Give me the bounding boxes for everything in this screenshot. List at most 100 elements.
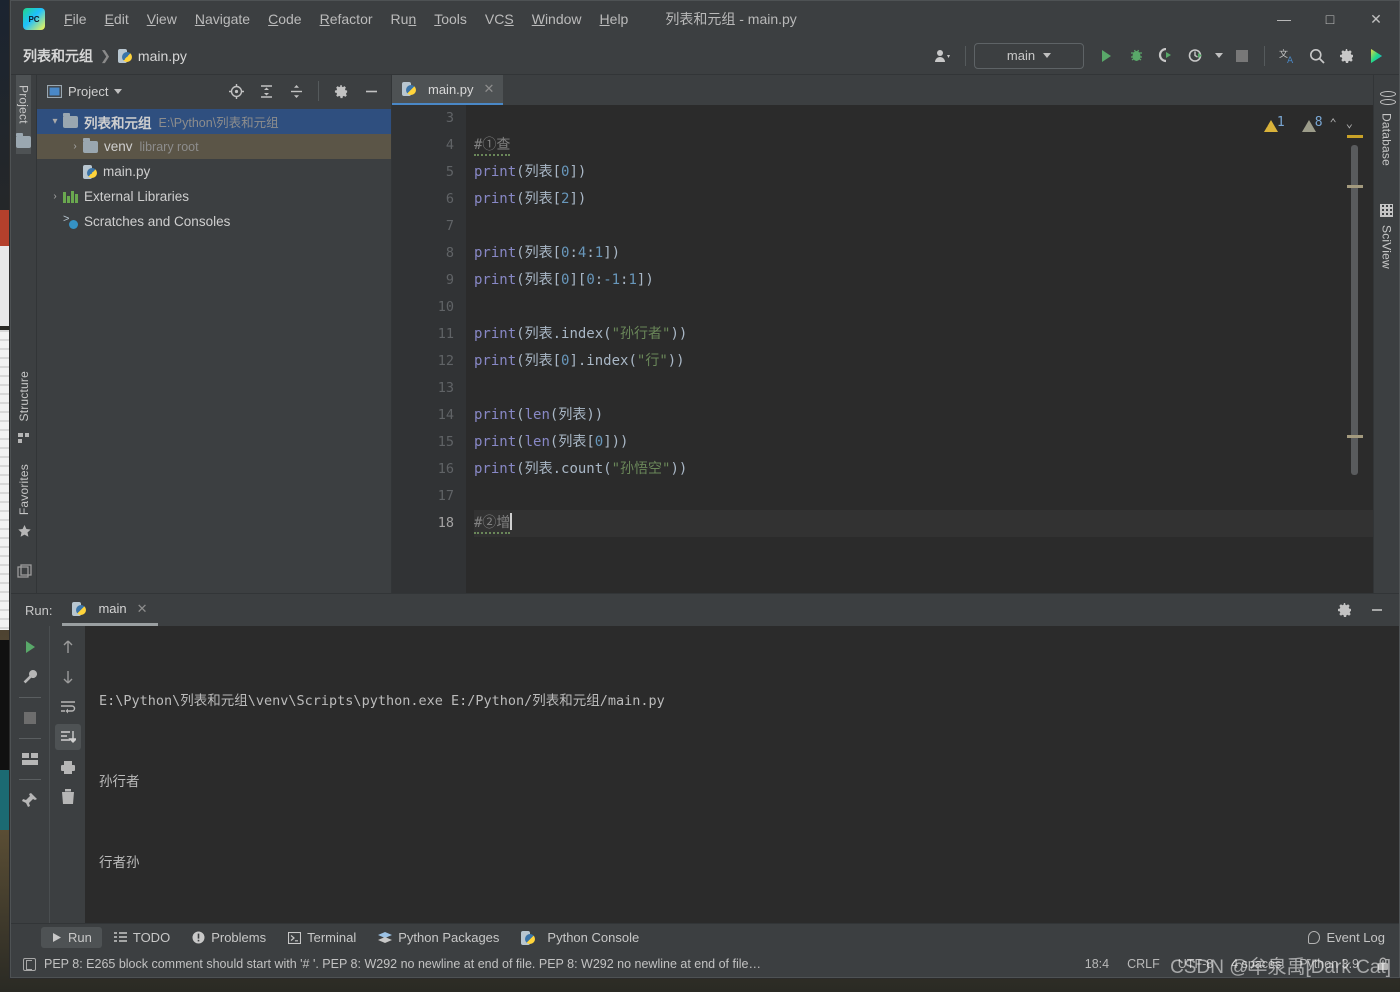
search-everywhere-icon[interactable] <box>1303 42 1331 70</box>
previous-problem-icon[interactable]: ⌃ <box>1328 116 1339 130</box>
tree-label-external-libraries: External Libraries <box>84 189 190 204</box>
menu-help[interactable]: Help <box>591 7 638 31</box>
settings-gear-icon[interactable] <box>327 77 355 105</box>
sidebar-item-structure[interactable]: Structure <box>17 361 31 454</box>
tab-main-py[interactable]: main.py ✕ <box>392 75 504 105</box>
run-console-output[interactable]: E:\Python\列表和元组\venv\Scripts\python.exe … <box>85 626 1399 923</box>
print-icon[interactable] <box>55 754 81 780</box>
user-account-icon[interactable] <box>929 42 957 70</box>
run-icon[interactable] <box>1092 42 1120 70</box>
sidebar-item-favorites[interactable]: Favorites <box>17 454 31 547</box>
run-coverage-icon[interactable] <box>1152 42 1180 70</box>
bottom-tab-terminal[interactable]: Terminal <box>278 927 366 948</box>
tree-item-scratches[interactable]: Scratches and Consoles <box>37 209 391 234</box>
code-line-16: print(列表.count("孙悟空")) <box>474 461 688 477</box>
expand-all-icon[interactable] <box>252 77 280 105</box>
profile-dropdown-icon[interactable] <box>1212 42 1226 70</box>
bottom-tab-python-console[interactable]: Python Console <box>511 927 649 949</box>
error-stripe-warning[interactable] <box>1347 135 1363 138</box>
tree-item-project-root[interactable]: ▾ 列表和元组 E:\Python\列表和元组 <box>37 109 391 134</box>
editor-scrollbar[interactable] <box>1349 105 1359 593</box>
wrench-icon[interactable] <box>17 664 43 690</box>
minimize-button[interactable]: — <box>1261 1 1307 37</box>
sidebar-item-database[interactable]: Database <box>1379 81 1396 178</box>
select-opened-file-icon[interactable] <box>222 77 250 105</box>
menu-navigate[interactable]: Navigate <box>186 7 259 31</box>
chevron-right-icon[interactable]: › <box>47 191 63 202</box>
error-stripe-weak-warning-2[interactable] <box>1347 435 1363 438</box>
todo-icon <box>113 932 127 943</box>
event-log-button[interactable]: Event Log <box>1308 930 1399 945</box>
next-problem-icon[interactable]: ⌄ <box>1344 116 1355 130</box>
stop-icon[interactable] <box>17 705 43 731</box>
ide-feature-icon[interactable] <box>1363 42 1391 70</box>
sidebar-item-sciview[interactable]: SciView <box>1380 192 1394 281</box>
run-configuration-selector[interactable]: main <box>974 42 1084 69</box>
tree-label-main-py: main.py <box>103 164 151 179</box>
editor-area: 3 4 5 6 7 8 9 10 11 12 13 14 15 16 17 18 <box>392 105 1373 593</box>
menu-refactor[interactable]: Refactor <box>311 7 382 31</box>
rerun-icon[interactable] <box>17 634 43 660</box>
arrow-down-icon[interactable] <box>55 664 81 690</box>
inspection-summary[interactable]: ! 1 ! 8 ⌃ ⌄ <box>1258 115 1355 132</box>
close-icon[interactable]: ✕ <box>484 81 495 97</box>
collapse-all-icon[interactable] <box>282 77 310 105</box>
settings-gear-icon[interactable] <box>1331 596 1359 624</box>
tree-item-venv[interactable]: › venv library root <box>37 134 391 159</box>
menu-code[interactable]: Code <box>259 7 310 31</box>
layout-icon[interactable] <box>17 746 43 772</box>
error-stripe-weak-warning[interactable] <box>1347 185 1363 188</box>
pin-icon[interactable] <box>17 787 43 813</box>
close-button[interactable]: ✕ <box>1353 1 1399 37</box>
status-indent[interactable]: 4 spaces <box>1231 957 1281 971</box>
breadcrumb-file[interactable]: main.py <box>117 48 187 64</box>
terminal-icon <box>288 931 302 944</box>
bottom-tab-python-packages[interactable]: Python Packages <box>368 927 509 948</box>
close-icon[interactable]: ✕ <box>137 601 148 617</box>
maximize-button[interactable]: □ <box>1307 1 1353 37</box>
code-text-area[interactable]: #①查 print(列表[0]) print(列表[2]) print(列表[0… <box>466 105 1373 593</box>
profile-icon[interactable] <box>1182 42 1210 70</box>
menu-file[interactable]: File <box>55 7 96 31</box>
menu-window[interactable]: Window <box>523 7 591 31</box>
bottom-tab-run[interactable]: Run <box>41 927 102 948</box>
scrollbar-thumb[interactable] <box>1351 145 1358 475</box>
menu-tools[interactable]: Tools <box>425 7 476 31</box>
menu-vcs[interactable]: VCS <box>476 7 523 31</box>
translate-icon[interactable]: 文 A <box>1273 42 1301 70</box>
lock-icon[interactable] <box>1377 957 1389 971</box>
chevron-right-icon[interactable]: › <box>67 141 83 152</box>
status-interpreter[interactable]: Python 3.9 <box>1299 957 1359 971</box>
tree-item-external-libraries[interactable]: › External Libraries <box>37 184 391 209</box>
breadcrumb-project[interactable]: 列表和元组 <box>23 46 93 66</box>
soft-wrap-icon[interactable] <box>55 694 81 720</box>
scroll-to-end-icon[interactable] <box>54 724 81 750</box>
tree-item-main-py[interactable]: main.py <box>37 159 391 184</box>
layout-icon[interactable] <box>16 557 32 587</box>
status-line-separator[interactable]: CRLF <box>1127 957 1160 971</box>
sidebar-item-project[interactable]: Project <box>16 75 31 154</box>
status-caret-position[interactable]: 18:4 <box>1085 957 1109 971</box>
menu-run[interactable]: Run <box>382 7 426 31</box>
arrow-up-icon[interactable] <box>55 634 81 660</box>
settings-gear-icon[interactable] <box>1333 42 1361 70</box>
hide-panel-icon[interactable] <box>357 77 385 105</box>
bottom-tab-problems-label: Problems <box>211 930 267 945</box>
clear-all-icon[interactable] <box>55 784 81 810</box>
menu-view[interactable]: View <box>138 7 186 31</box>
weak-warning-icon: ! <box>1296 116 1316 132</box>
bottom-tab-todo[interactable]: TODO <box>104 927 180 948</box>
run-tab-main[interactable]: main ✕ <box>62 594 158 626</box>
chevron-down-icon[interactable]: ▾ <box>47 116 63 127</box>
console-line-2: 行者孙 <box>99 855 140 871</box>
run-panel-label: Run: <box>25 602 53 618</box>
line-number: 17 <box>437 488 454 504</box>
chevron-down-icon[interactable] <box>114 88 123 94</box>
menu-edit[interactable]: Edit <box>96 7 138 31</box>
hide-panel-icon[interactable] <box>1363 596 1391 624</box>
stop-icon[interactable] <box>1228 42 1256 70</box>
debug-icon[interactable] <box>1122 42 1150 70</box>
status-encoding[interactable]: UTF-8 <box>1178 957 1213 971</box>
bottom-tab-problems[interactable]: Problems <box>182 927 276 948</box>
